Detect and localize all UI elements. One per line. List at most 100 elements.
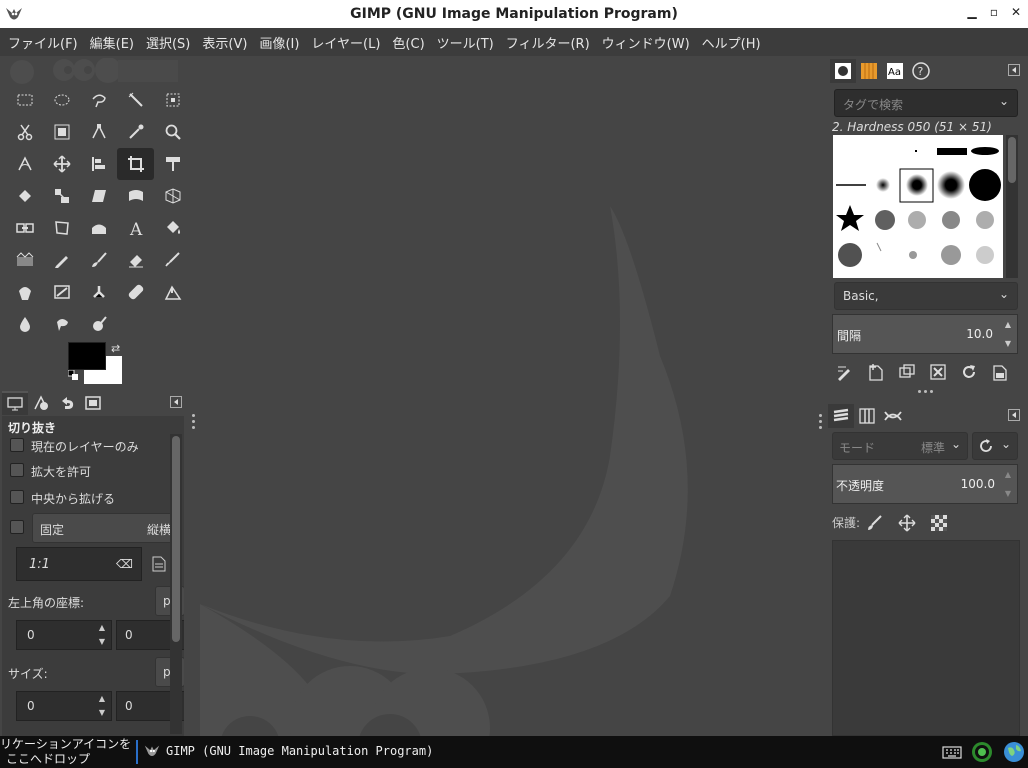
brush-grid-scrollbar-thumb[interactable] [1008,137,1016,183]
align-icon[interactable] [80,148,117,180]
swap-colors-icon[interactable]: ⇄ [111,342,120,355]
new-brush-icon[interactable] [865,361,887,383]
layer-mode-group-dropdown[interactable]: ⌄ [972,432,1018,460]
rotate-icon[interactable] [6,180,43,212]
move-icon[interactable] [43,148,80,180]
lock-alpha-icon[interactable] [930,514,948,532]
lock-pixels-icon[interactable] [866,514,884,532]
ratio-presets-icon[interactable] [152,556,166,572]
menu-image[interactable]: 画像(I) [253,33,305,52]
crop-icon[interactable] [117,148,154,180]
aspect-ratio-input[interactable]: 1:1 ⌫ [16,547,142,581]
paths-tab-icon[interactable] [880,404,906,428]
scissors-icon[interactable] [6,116,43,148]
menu-layer[interactable]: レイヤー(L) [305,33,386,52]
fonts-tab-icon[interactable]: Aa [882,59,908,83]
gradient-icon[interactable] [6,244,43,276]
dock-separator-handle[interactable] [918,390,933,393]
blur-icon[interactable] [6,308,43,340]
paths-icon[interactable] [80,116,117,148]
undo-history-tab-icon[interactable] [54,391,80,415]
fuzzy-select-icon[interactable] [117,84,154,116]
layers-list[interactable] [832,540,1020,736]
perspective-clone-icon[interactable] [154,276,191,308]
menu-select[interactable]: 選択(S) [140,33,196,52]
reset-colors-icon[interactable] [68,370,78,380]
layer-mode-dropdown[interactable]: モード 標準 ⌄ [832,432,968,460]
channels-tab-icon[interactable] [854,404,880,428]
bucket-fill-icon[interactable] [154,212,191,244]
layers-tab-icon[interactable] [828,404,854,428]
scrollbar-thumb[interactable] [172,436,180,642]
brush-grid-scrollbar[interactable] [1006,135,1018,278]
globe-icon[interactable] [1002,740,1026,764]
left-dock-resize-handle[interactable] [192,414,196,434]
foreground-color-swatch[interactable] [68,342,106,370]
edit-brush-icon[interactable] [834,361,856,383]
menu-view[interactable]: 表示(V) [196,33,253,52]
tool-options-tab-icon[interactable] [2,391,28,415]
size-width-stepper-icon[interactable]: ▲ ▼ [95,692,109,720]
keyboard-icon[interactable] [942,744,962,760]
perspective-icon[interactable] [154,180,191,212]
text-icon[interactable]: A [117,212,154,244]
menu-edit[interactable]: 編集(E) [84,33,140,52]
foreground-select-icon[interactable] [43,116,80,148]
open-brush-as-image-icon[interactable] [989,361,1011,383]
measure-icon[interactable] [6,148,43,180]
expand-from-center-checkbox[interactable] [10,490,24,504]
flip-icon[interactable] [6,212,43,244]
brushes-tab-icon[interactable] [830,59,856,83]
menu-filters[interactable]: フィルター(R) [500,33,596,52]
brush-grid[interactable] [833,135,1003,278]
eraser-icon[interactable] [117,244,154,276]
shear-icon[interactable] [80,180,117,212]
menu-help[interactable]: ヘルプ(H) [696,33,767,52]
spacing-slider[interactable]: 間隔 10.0 ▲ ▼ [832,314,1018,354]
taskbar-gimp-task[interactable]: GIMP (GNU Image Manipulation Program) [142,742,433,760]
configure-tab-icon[interactable] [170,396,182,408]
clone-icon[interactable] [80,276,117,308]
lock-position-icon[interactable] [898,514,916,532]
position-x-stepper-icon[interactable]: ▲ ▼ [95,621,109,649]
image-canvas[interactable] [190,56,826,736]
select-by-color-icon[interactable] [154,84,191,116]
opacity-slider[interactable]: 不透明度 100.0 ▲ ▼ [832,464,1018,504]
ink-icon[interactable] [6,276,43,308]
cage-transform-icon[interactable] [43,212,80,244]
scale-icon[interactable] [43,180,80,212]
current-layer-only-checkbox[interactable] [10,438,24,452]
rect-select-icon[interactable] [6,84,43,116]
right-dock-resize-handle[interactable] [819,414,823,434]
ellipse-select-icon[interactable] [43,84,80,116]
spacing-stepper-icon[interactable]: ▲ ▼ [1001,315,1015,353]
maximize-icon[interactable]: ▫ [988,5,1000,19]
clear-input-icon[interactable]: ⌫ [116,557,133,571]
zoom-icon[interactable] [154,116,191,148]
fixed-checkbox[interactable] [10,520,24,534]
device-status-tab-icon[interactable] [28,391,54,415]
tag-filter-dropdown[interactable]: タグで検索 ⌄ [834,89,1018,117]
brushes-configure-tab-icon[interactable] [1008,64,1020,76]
mypaint-brush-icon[interactable] [43,276,80,308]
position-x-input[interactable]: 0 ▲ ▼ [16,620,112,650]
pencil-icon[interactable] [43,244,80,276]
minimize-icon[interactable]: ▁ [966,5,978,19]
smudge-icon[interactable] [43,308,80,340]
menu-file[interactable]: ファイル(F) [2,33,84,52]
menu-tools[interactable]: ツール(T) [431,33,500,52]
color-picker-icon[interactable] [117,116,154,148]
menu-colors[interactable]: 色(C) [386,33,430,52]
tool-options-scrollbar[interactable] [170,434,182,734]
warp-transform-icon[interactable] [117,180,154,212]
brush-preset-dropdown[interactable]: Basic, ⌄ [834,282,1018,310]
refresh-brushes-icon[interactable] [958,361,980,383]
opacity-stepper-icon[interactable]: ▲ ▼ [1001,465,1015,503]
unified-transform-icon[interactable] [154,148,191,180]
handle-transform-icon[interactable] [80,212,117,244]
paintbrush-icon[interactable] [80,244,117,276]
close-icon[interactable]: ✕ [1010,5,1022,19]
duplicate-brush-icon[interactable] [896,361,918,383]
heal-icon[interactable] [117,276,154,308]
size-width-input[interactable]: 0 ▲ ▼ [16,691,112,721]
